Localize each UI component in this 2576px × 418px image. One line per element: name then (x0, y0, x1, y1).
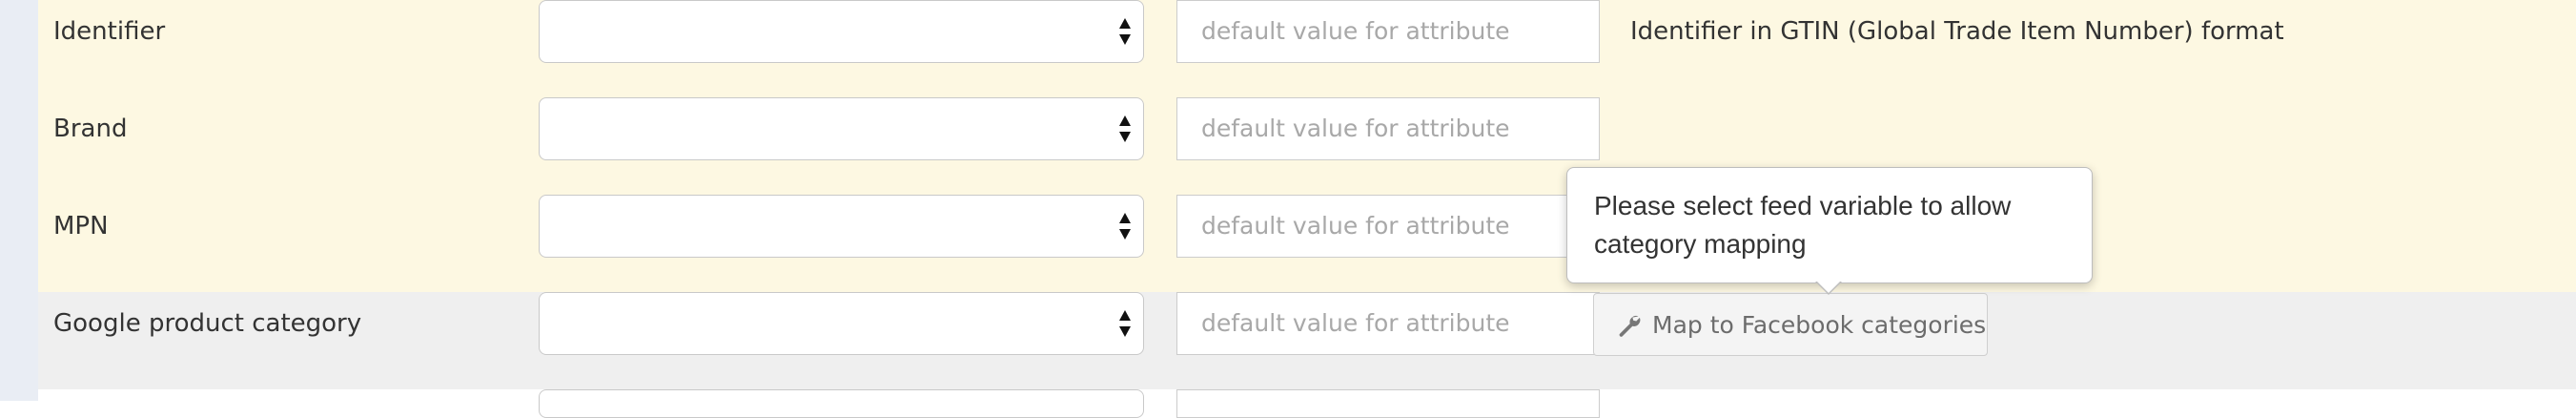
map-button-label: Map to Facebook categories (1652, 310, 1987, 339)
attribute-description: Identifier in GTIN (Global Trade Item Nu… (1630, 17, 2284, 46)
left-panel-strip (0, 0, 38, 401)
select-arrows-icon (1119, 18, 1131, 45)
feed-variable-select[interactable] (539, 97, 1144, 160)
default-value-input[interactable]: default value for attribute (1176, 0, 1600, 63)
map-to-facebook-categories-button[interactable]: Map to Facebook categories (1593, 293, 1988, 356)
select-arrows-icon (1119, 115, 1131, 142)
tooltip-arrow-fill (1816, 281, 1841, 293)
feed-variable-select[interactable] (539, 389, 1144, 418)
default-value-input[interactable]: default value for attribute (1176, 97, 1600, 160)
tooltip-text: Please select feed variable to allow cat… (1594, 191, 2012, 259)
feed-variable-select[interactable] (539, 195, 1144, 258)
table-row-identifier: Identifier default value for attribute I… (38, 0, 2576, 97)
feed-variable-select[interactable] (539, 292, 1144, 355)
attribute-label: Brand (53, 115, 128, 143)
feed-variable-select[interactable] (539, 0, 1144, 63)
wrench-icon (1619, 316, 1641, 337)
attribute-label: MPN (53, 212, 109, 240)
default-value-input[interactable]: default value for attribute (1176, 195, 1600, 258)
table-row-brand: Brand default value for attribute (38, 97, 2576, 195)
attribute-label: Identifier (53, 17, 166, 46)
attribute-mapping-table: Identifier default value for attribute I… (38, 0, 2576, 418)
select-arrows-icon (1119, 213, 1131, 240)
table-row-next (38, 389, 2576, 418)
table-row-mpn: MPN default value for attribute (38, 195, 2576, 292)
select-arrows-icon (1119, 310, 1131, 337)
default-value-input[interactable]: default value for attribute (1176, 292, 1600, 355)
attribute-label: Google product category (53, 309, 362, 338)
default-value-input[interactable] (1176, 389, 1600, 418)
tooltip: Please select feed variable to allow cat… (1566, 167, 2093, 283)
table-row-google-product-category: Google product category default value fo… (38, 292, 2576, 389)
